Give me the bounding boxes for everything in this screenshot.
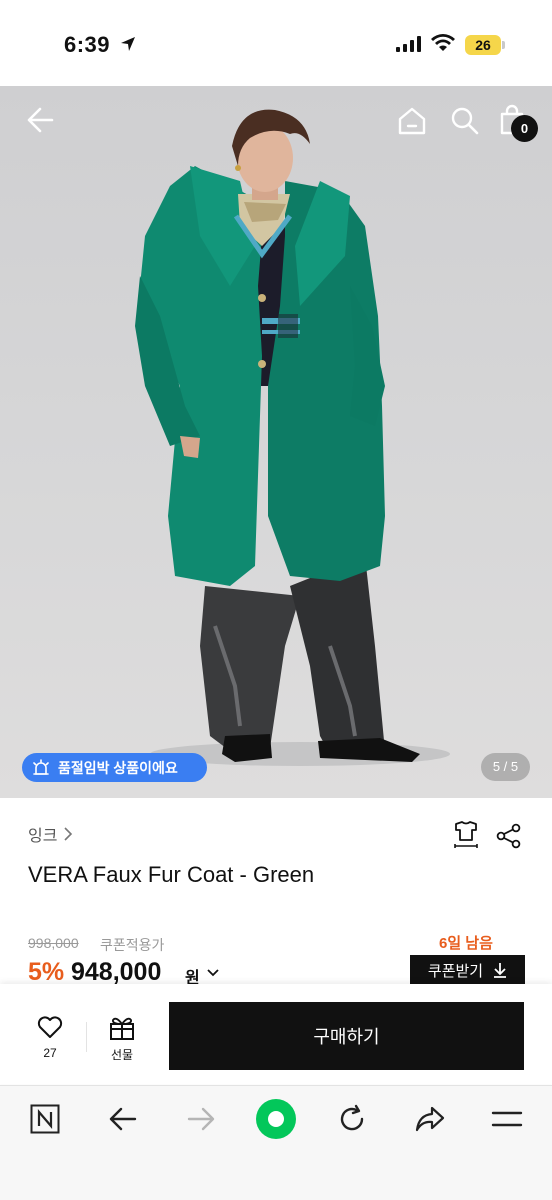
soldout-badge-label: 품절임박 상품이에요 <box>58 759 178 776</box>
product-title: VERA Faux Fur Coat - Green <box>28 862 315 887</box>
share-icon[interactable] <box>496 823 522 849</box>
menu-icon[interactable] <box>491 1108 523 1130</box>
signal-icon <box>396 36 421 52</box>
brand-link[interactable]: 잉크 <box>28 822 73 846</box>
get-coupon-button[interactable]: 쿠폰받기 <box>410 955 525 985</box>
divider <box>86 1022 87 1052</box>
chevron-down-icon[interactable] <box>206 968 220 978</box>
soldout-imminent-badge: 품절임박 상품이에요 <box>22 753 207 782</box>
back-icon[interactable] <box>108 1106 138 1132</box>
back-arrow-icon[interactable] <box>26 106 56 134</box>
home-icon[interactable] <box>396 106 428 136</box>
gift-label: 선물 <box>110 1048 134 1062</box>
discount-rate: 5% <box>28 958 65 986</box>
location-arrow-icon <box>121 37 135 51</box>
wifi-icon <box>431 34 455 51</box>
refresh-icon[interactable] <box>337 1104 367 1134</box>
heart-icon <box>37 1016 63 1038</box>
original-price: 998,000 <box>28 935 79 951</box>
battery-cap <box>502 41 505 49</box>
buy-button[interactable]: 구매하기 <box>169 1002 524 1070</box>
sale-price: 948,000 <box>71 958 162 986</box>
gift-icon[interactable] <box>108 1015 136 1041</box>
battery-indicator: 26 <box>465 35 501 55</box>
brand-name: 잉크 <box>28 828 58 845</box>
chevron-right-icon <box>64 827 73 841</box>
coupon-price-label: 쿠폰적용가 <box>100 937 165 953</box>
like-button[interactable] <box>30 1015 70 1044</box>
days-left-label: 6일 남음 <box>439 935 493 952</box>
like-count: 27 <box>43 1046 57 1060</box>
product-photo <box>135 109 450 766</box>
cart-count-badge[interactable]: 0 <box>511 115 538 142</box>
alarm-icon <box>33 758 49 775</box>
status-bar: 6:39 26 <box>0 0 552 86</box>
status-time: 6:39 <box>64 32 111 57</box>
naver-n-icon[interactable] <box>30 1104 60 1134</box>
forward-icon[interactable] <box>186 1106 216 1132</box>
image-pager: 5 / 5 <box>481 753 530 781</box>
green-dot-icon[interactable] <box>256 1099 296 1139</box>
size-guide-icon[interactable] <box>452 820 480 850</box>
search-icon[interactable] <box>450 106 480 136</box>
get-coupon-label: 쿠폰받기 <box>427 962 484 980</box>
product-image[interactable] <box>0 86 552 798</box>
download-icon <box>494 963 507 978</box>
share-icon[interactable] <box>414 1105 446 1133</box>
